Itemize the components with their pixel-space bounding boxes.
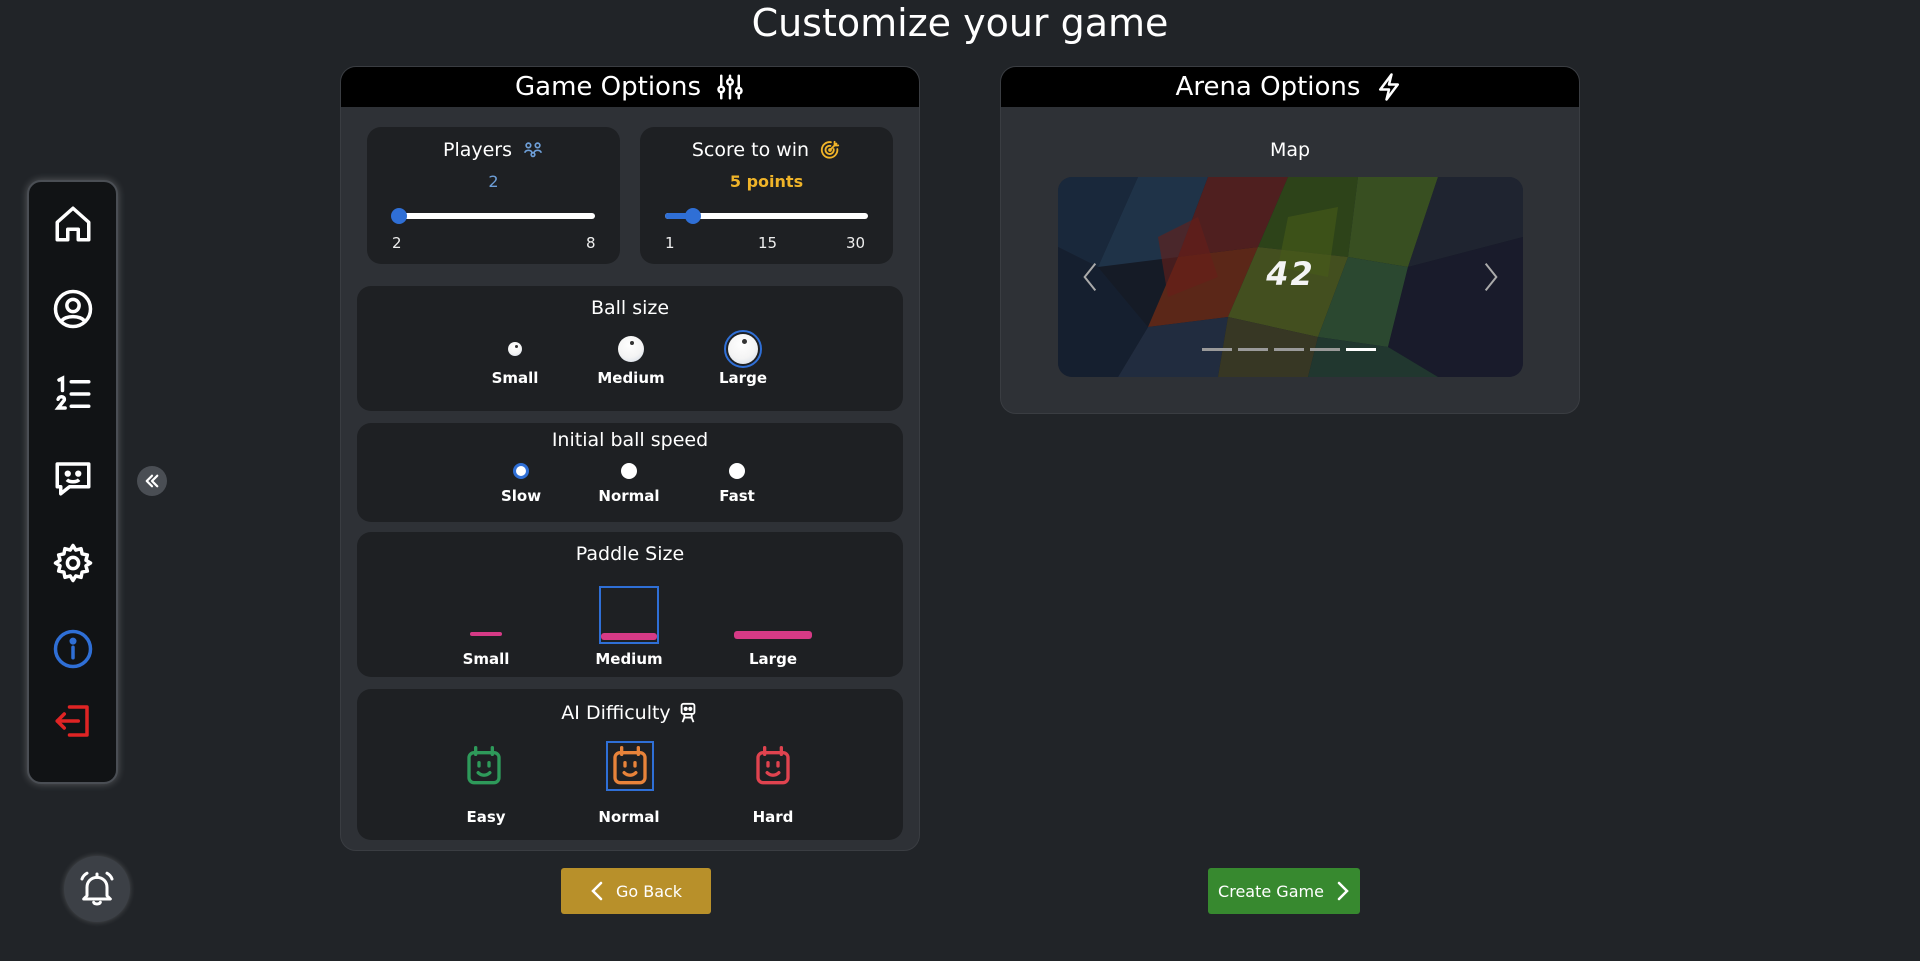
map-indicator[interactable] [1310,348,1340,351]
ball-speed-normal-radio[interactable] [621,463,637,479]
players-slider-thumb[interactable] [391,208,407,224]
paddle-size-large-option[interactable] [734,631,812,639]
ball-size-medium-option[interactable] [618,336,644,362]
score-slider[interactable] [665,208,868,224]
paddle-size-small-label: Small [462,650,510,668]
score-card: Score to win 5 points 1 15 30 [640,127,893,264]
players-label: Players [442,139,513,161]
double-chevron-left-icon [145,474,159,488]
paddle-size-title: Paddle Size [575,543,685,565]
home-icon [55,206,90,242]
ball-size-card: Ball size Small Medium Large [357,286,903,411]
leaderboard-icon [54,375,90,410]
ball-size-large-option[interactable] [724,330,762,368]
ball-speed-card: Initial ball speed Slow Normal Fast [357,423,903,522]
ai-difficulty-card: AI Difficulty Easy Normal Hard [357,689,903,840]
sidebar-collapse-button[interactable] [137,466,167,496]
paddle-size-large-label: Large [749,650,797,668]
paddle-size-medium-bar [601,633,657,640]
players-slider[interactable] [391,208,595,224]
sidebar-item-profile[interactable] [29,279,116,339]
ball-speed-slow-label: Slow [500,487,542,505]
game-options-title: Game Options [515,72,701,102]
paddle-size-medium-label: Medium [595,650,663,668]
sidebar-item-leaderboard[interactable] [29,364,116,424]
map-indicator[interactable] [1238,348,1268,351]
chat-icon [55,462,90,496]
sidebar-item-settings[interactable] [29,533,116,593]
bell-icon [80,871,114,906]
ball-size-small-option[interactable] [508,342,522,356]
page-title: Customize your game [751,1,1169,45]
paddle-size-small-option[interactable] [470,632,502,636]
ball-size-medium-label: Medium [597,369,665,387]
ai-easy-icon[interactable] [464,744,504,788]
chevron-right-icon [1337,881,1349,901]
ball-speed-fast-radio[interactable] [729,463,745,479]
create-game-label: Create Game [1218,881,1324,901]
map-carousel[interactable]: 42 [1058,177,1523,377]
players-max-label: 8 [586,234,596,252]
sidebar [27,180,118,784]
profile-icon [53,289,92,329]
map-label: Map [1269,139,1311,161]
sidebar-item-chat[interactable] [29,448,116,508]
sidebar-item-home[interactable] [29,194,116,254]
ball-speed-normal-label: Normal [598,487,660,505]
go-back-button[interactable]: Go Back [561,868,711,914]
players-value: 2 [488,172,499,191]
score-min-label: 1 [665,234,675,252]
ball-size-large-label: Large [719,369,767,387]
players-card: Players 2 2 8 [367,127,620,264]
target-icon [820,140,840,159]
score-max-label: 30 [846,234,866,252]
logout-icon [55,705,89,737]
map-prev-button[interactable] [1080,261,1100,293]
score-label: Score to win [691,139,810,161]
arena-options-title: Arena Options [1175,72,1361,102]
gear-icon [53,543,92,583]
map-indicator[interactable] [1274,348,1304,351]
ball-speed-fast-label: Fast [719,487,755,505]
map-indicator[interactable] [1202,348,1232,351]
score-slider-thumb[interactable] [685,208,701,224]
arena-options-header: Arena Options [1001,67,1579,107]
lightning-icon [1379,73,1400,101]
score-value: 5 points [729,172,804,191]
ai-easy-label: Easy [466,808,506,826]
ai-normal-icon [613,746,647,785]
create-game-button[interactable]: Create Game [1208,868,1360,914]
paddle-size-card: Paddle Size Small Medium Large [357,532,903,677]
ball-size-title: Ball size [590,297,670,319]
sidebar-item-logout[interactable] [29,691,116,751]
info-icon [53,629,92,669]
map-indicator[interactable] [1346,348,1376,351]
notifications-button[interactable] [64,856,130,922]
ball-speed-title: Initial ball speed [551,429,709,451]
players-icon [523,142,543,158]
players-min-label: 2 [392,234,402,252]
ball-speed-slow-radio[interactable] [513,463,529,479]
ai-hard-icon[interactable] [753,744,793,788]
ball-size-small-label: Small [491,369,539,387]
chevron-left-icon [591,881,603,901]
game-options-header: Game Options [341,67,919,107]
sidebar-item-info[interactable] [29,619,116,679]
sliders-icon [717,74,743,100]
map-logo-text: 42 [1266,255,1315,293]
ai-hard-label: Hard [752,808,794,826]
score-mid-label: 15 [758,234,778,252]
ai-difficulty-title: AI Difficulty [561,702,671,724]
map-next-button[interactable] [1481,261,1501,293]
go-back-label: Go Back [615,881,683,901]
ai-normal-label: Normal [598,808,660,826]
robot-icon [680,702,696,723]
